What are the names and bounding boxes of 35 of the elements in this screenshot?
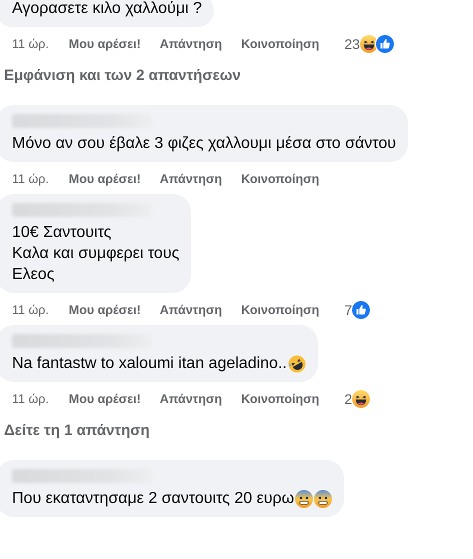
action-link[interactable]: Απάντηση [160,172,222,186]
comment-text: Ελεος [12,265,54,285]
thumbs-up-icon [376,35,394,53]
timestamp[interactable]: 11 ώρ. [12,303,49,317]
fearful-emoji-icon [314,490,332,508]
action-link[interactable]: Μου αρέσει! [68,37,141,51]
reaction-count[interactable]: 2 [344,391,352,407]
fearful-emoji-icon [295,490,314,508]
laughing-emoji-icon [360,35,378,53]
thumbs-up-icon [352,301,370,319]
action-link[interactable]: Μου αρέσει! [68,172,141,186]
view-replies-link[interactable]: Δείτε τη 1 απάντηση [4,422,150,439]
action-link[interactable]: Απάντηση [160,392,222,406]
action-link[interactable]: Απάντηση [160,37,222,51]
comment-text: 10€ Σαντουιτς [12,223,112,243]
comment-text: Που εκαταντησαμε 2 σαντουιτς 20 ευρω [12,489,294,509]
action-link[interactable]: Κοινοποίηση [241,172,320,186]
action-link[interactable]: Κοινοποίηση [241,392,320,406]
comment-text: Αγορασετε κιλο χαλλούμι ? [12,0,202,19]
reaction-count[interactable]: 23 [344,36,360,52]
reaction-count[interactable]: 7 [344,302,352,318]
action-link[interactable]: Μου αρέσει! [68,303,141,317]
timestamp[interactable]: 11 ώρ. [12,37,49,51]
action-link[interactable]: Απάντηση [160,303,222,317]
action-link[interactable]: Μου αρέσει! [68,392,141,406]
action-link[interactable]: Κοινοποίηση [241,37,320,51]
comment-text: Na fantastw to xaloumi itan ageladino.. [12,354,287,374]
view-replies-link[interactable]: Εμφάνιση και των 2 απαντήσεων [4,67,241,84]
timestamp[interactable]: 11 ώρ. [12,172,49,186]
comment-text: Καλα και συμφερει τους [12,244,180,264]
action-link[interactable]: Κοινοποίηση [241,303,320,317]
laughing-emoji-icon [352,390,370,408]
timestamp[interactable]: 11 ώρ. [12,392,49,406]
comment-text: Μόνο αν σου έβαλε 3 φιζες χαλλουμι μέσα στο σάντου [12,134,396,154]
laughing-emoji-icon [288,354,306,372]
